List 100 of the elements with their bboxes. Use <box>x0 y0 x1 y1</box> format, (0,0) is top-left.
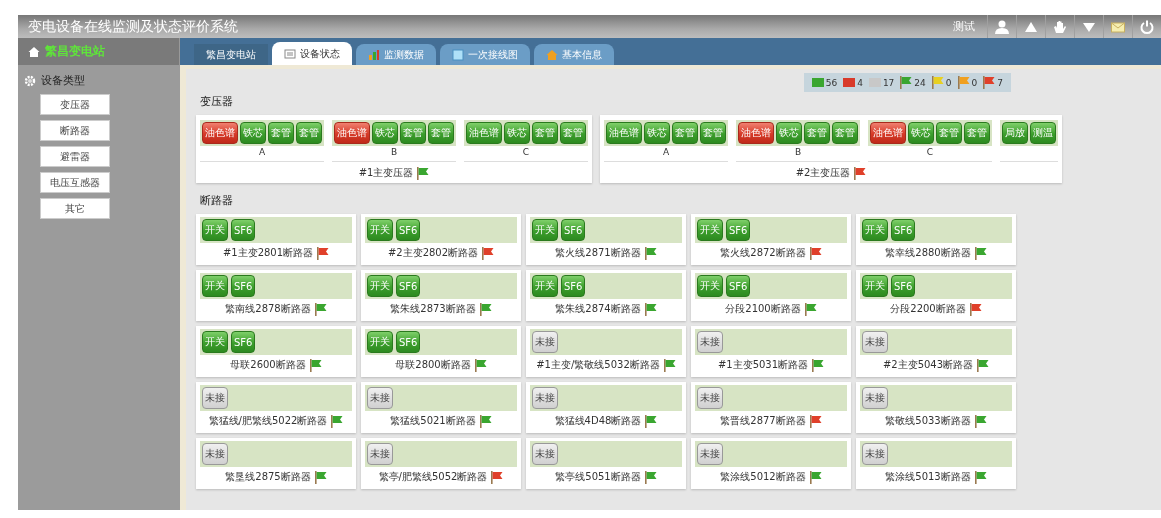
sensor-button[interactable]: 铁芯 <box>372 122 398 144</box>
breaker-name: 繁火线2871断路器 <box>555 246 641 260</box>
sensor-button[interactable]: 油色谱 <box>466 122 502 144</box>
breaker-name: 繁涂线5013断路器 <box>885 470 971 484</box>
phase-label: A <box>258 147 266 157</box>
tab[interactable]: 监测数据 <box>356 44 436 65</box>
sensor-button[interactable]: 未接 <box>862 387 888 409</box>
sensor-button[interactable]: 未接 <box>532 331 558 353</box>
settings-icon <box>24 74 36 87</box>
sensor-button[interactable]: 未接 <box>862 443 888 465</box>
sensor-button[interactable]: 未接 <box>202 443 228 465</box>
home-icon <box>28 45 40 58</box>
sensor-button[interactable]: 铁芯 <box>644 122 670 144</box>
tab[interactable]: 设备状态 <box>272 42 352 65</box>
sensor-button[interactable]: SF6 <box>891 275 916 297</box>
power-icon[interactable] <box>1139 18 1155 35</box>
sensor-button[interactable]: 铁芯 <box>504 122 530 144</box>
tab[interactable]: 繁昌变电站 <box>194 44 268 65</box>
sensor-button[interactable]: 铁芯 <box>776 122 802 144</box>
sensor-button[interactable]: SF6 <box>231 219 256 241</box>
sensor-button[interactable]: SF6 <box>561 275 586 297</box>
breaker-name: 繁亭/肥繁线5052断路器 <box>378 470 488 484</box>
sensor-button[interactable]: 套管 <box>560 122 586 144</box>
sensor-button[interactable]: 开关 <box>862 275 888 297</box>
sidebar-item[interactable]: 电压互感器 <box>40 172 110 193</box>
sensor-button[interactable]: 开关 <box>697 275 723 297</box>
sensor-button[interactable]: 套管 <box>428 122 454 144</box>
sensor-button[interactable]: 开关 <box>202 219 228 241</box>
sensor-button[interactable]: SF6 <box>231 275 256 297</box>
sensor-button[interactable]: 油色谱 <box>738 122 774 144</box>
sensor-button[interactable]: 套管 <box>672 122 698 144</box>
sensor-button[interactable]: SF6 <box>396 219 421 241</box>
sidebar-item[interactable]: 避雷器 <box>40 146 110 167</box>
sensor-button[interactable]: SF6 <box>231 331 256 353</box>
sensor-button[interactable]: 套管 <box>296 122 322 144</box>
user-icon[interactable] <box>994 18 1010 35</box>
sensor-button[interactable]: 未接 <box>697 387 723 409</box>
breaker-name: 繁垦线2875断路器 <box>225 470 311 484</box>
sensor-button[interactable]: 开关 <box>697 219 723 241</box>
breaker-name: 母联2800断路器 <box>395 358 471 372</box>
sensor-button[interactable]: 套管 <box>832 122 858 144</box>
section-title: 变压器 <box>200 94 234 109</box>
sensor-button[interactable]: 套管 <box>700 122 726 144</box>
sensor-button[interactable]: 油色谱 <box>334 122 370 144</box>
sensor-button[interactable]: SF6 <box>396 331 421 353</box>
breaker-name: 繁猛线4D48断路器 <box>554 414 642 428</box>
phase-label: C <box>522 147 530 157</box>
sensor-button[interactable]: 油色谱 <box>870 122 906 144</box>
sensor-button[interactable]: 套管 <box>400 122 426 144</box>
sensor-button[interactable]: 未接 <box>532 443 558 465</box>
breaker-name: 分段2100断路器 <box>725 302 801 316</box>
sensor-button[interactable]: 开关 <box>532 275 558 297</box>
sensor-button[interactable]: 未接 <box>697 331 723 353</box>
sensor-button[interactable]: 开关 <box>367 219 393 241</box>
sensor-button[interactable]: 未接 <box>367 443 393 465</box>
sensor-button[interactable]: SF6 <box>561 219 586 241</box>
sensor-button[interactable]: 开关 <box>202 331 228 353</box>
sensor-button[interactable]: 铁芯 <box>240 122 266 144</box>
sensor-button[interactable]: 未接 <box>367 387 393 409</box>
sensor-button[interactable]: 开关 <box>202 275 228 297</box>
sensor-button[interactable]: 开关 <box>367 275 393 297</box>
sensor-button[interactable]: 铁芯 <box>908 122 934 144</box>
sensor-button[interactable]: SF6 <box>726 275 751 297</box>
breaker-name: 繁幸线2880断路器 <box>885 246 971 260</box>
sensor-button[interactable]: 局放 <box>1002 122 1028 144</box>
legend-count: 7 <box>997 77 1003 88</box>
sensor-button[interactable]: 开关 <box>367 331 393 353</box>
sensor-button[interactable]: 套管 <box>936 122 962 144</box>
sensor-button[interactable]: 开关 <box>862 219 888 241</box>
sensor-button[interactable]: SF6 <box>396 275 421 297</box>
breaker-name: #2主变5043断路器 <box>882 358 974 372</box>
breaker-name: 母联2600断路器 <box>230 358 306 372</box>
hand-icon[interactable] <box>1052 18 1068 35</box>
sensor-button[interactable]: 未接 <box>862 331 888 353</box>
list-icon <box>284 47 296 60</box>
sensor-button[interactable]: 套管 <box>268 122 294 144</box>
sensor-button[interactable]: 测温 <box>1030 122 1056 144</box>
sensor-button[interactable]: 套管 <box>532 122 558 144</box>
tab[interactable]: 基本信息 <box>534 44 614 65</box>
sensor-button[interactable]: 开关 <box>532 219 558 241</box>
phase-label: C <box>926 147 934 157</box>
sidebar-item[interactable]: 变压器 <box>40 94 110 115</box>
tab[interactable]: 一次接线图 <box>440 44 530 65</box>
sensor-button[interactable]: SF6 <box>891 219 916 241</box>
home-icon <box>546 48 558 61</box>
sidebar-title: 设备类型 <box>41 73 85 88</box>
breaker-name: 繁朱线2873断路器 <box>390 302 476 316</box>
breaker-name: 繁猛线5021断路器 <box>390 414 476 428</box>
sensor-button[interactable]: 未接 <box>532 387 558 409</box>
breaker-name: 繁南线2878断路器 <box>225 302 311 316</box>
sensor-button[interactable]: 油色谱 <box>202 122 238 144</box>
sensor-button[interactable]: SF6 <box>726 219 751 241</box>
user-name: 测试 <box>953 19 975 34</box>
sidebar-item[interactable]: 断路器 <box>40 120 110 141</box>
sensor-button[interactable]: 套管 <box>804 122 830 144</box>
sensor-button[interactable]: 套管 <box>964 122 990 144</box>
sensor-button[interactable]: 未接 <box>697 443 723 465</box>
sidebar-item[interactable]: 其它 <box>40 198 110 219</box>
sensor-button[interactable]: 未接 <box>202 387 228 409</box>
sensor-button[interactable]: 油色谱 <box>606 122 642 144</box>
